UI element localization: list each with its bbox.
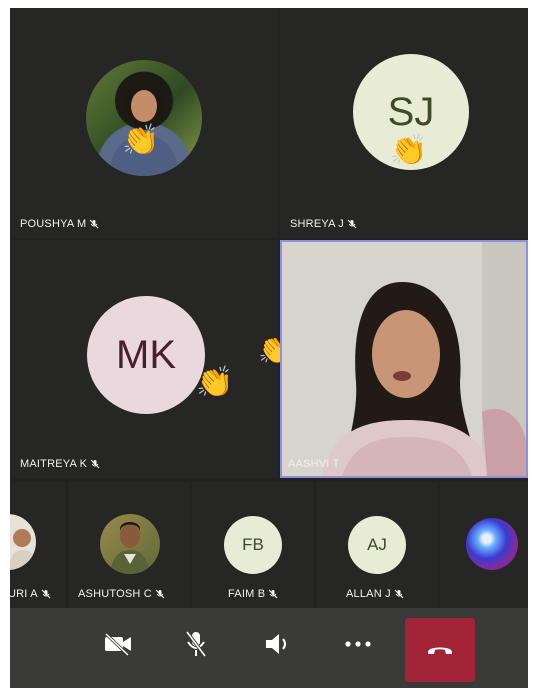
person-photo-icon — [108, 78, 180, 176]
avatar-ashutosh — [100, 514, 160, 574]
participant-name: POUSHYA M — [20, 218, 87, 230]
video-feed — [282, 242, 526, 476]
avatar-initials: SJ — [387, 89, 435, 134]
more-options-button[interactable] — [336, 622, 380, 666]
participant-name: SHREYA J — [290, 218, 344, 230]
mic-muted-icon — [155, 589, 165, 599]
participant-name-label: ALLAN J — [346, 588, 404, 600]
participant-name: URI A — [10, 588, 38, 600]
more-options-icon — [345, 641, 371, 647]
avatar-maitreya: MK — [87, 296, 205, 414]
person-photo-icon — [110, 522, 150, 574]
participant-tile-poushya[interactable]: 👏 POUSHYA M — [10, 8, 278, 238]
mic-muted-icon — [347, 219, 357, 229]
speaker-button[interactable] — [256, 622, 300, 666]
camera-toggle-button[interactable] — [96, 622, 140, 666]
end-call-button[interactable] — [405, 618, 475, 682]
avatar-partial — [466, 518, 518, 570]
participant-name: ASHUTOSH C — [78, 588, 152, 600]
avatar-initials: AJ — [367, 535, 387, 554]
mic-muted-icon — [41, 589, 51, 599]
participant-name: FAIM B — [228, 588, 266, 600]
participant-name: MAITREYA K — [20, 458, 88, 470]
avatar-initials: FB — [242, 535, 264, 554]
participant-name-label: SHREYA J — [290, 218, 357, 230]
clap-reaction-emoji: 👏 — [390, 134, 428, 167]
active-speaker-video-aashvi[interactable]: AASHVI T — [280, 240, 528, 478]
participant-name-label: AASHVI T — [288, 458, 340, 470]
avatar-faim: FB — [224, 516, 282, 574]
participant-photo-poushya — [86, 60, 202, 176]
mic-muted-icon — [268, 589, 278, 599]
person-photo-icon — [10, 529, 36, 570]
participant-name-label: ASHUTOSH C — [78, 588, 165, 600]
participant-name-label: FAIM B — [228, 588, 278, 600]
strip-tile-partial[interactable] — [440, 482, 528, 608]
participant-name-label: POUSHYA M — [20, 218, 99, 230]
clap-reaction-emoji: 👏 — [196, 366, 234, 399]
participant-name-label: MAITREYA K — [20, 458, 100, 470]
mic-toggle-button[interactable] — [174, 622, 218, 666]
strip-tile-ashutosh[interactable]: ASHUTOSH C — [68, 482, 190, 608]
clap-reaction-emoji: 👏 — [122, 124, 160, 157]
end-call-icon — [428, 647, 452, 654]
meeting-window: 👏 POUSHYA M SJ 👏 SHREYA J MK 👏 👏 MAITREY… — [10, 8, 528, 688]
participant-name-label: URI A — [10, 588, 51, 600]
avatar-initials: MK — [116, 332, 176, 377]
mic-muted-icon — [89, 219, 99, 229]
strip-tile-allan[interactable]: AJ ALLAN J — [316, 482, 438, 608]
participant-tile-maitreya[interactable]: MK 👏 👏 MAITREYA K — [10, 240, 293, 478]
mic-off-icon — [185, 630, 207, 658]
participant-name: AASHVI T — [288, 458, 340, 470]
camera-off-icon — [104, 632, 131, 656]
participant-tile-shreya[interactable]: SJ 👏 SHREYA J — [280, 8, 528, 238]
strip-tile-faim[interactable]: FB FAIM B — [192, 482, 314, 608]
call-controls-bar — [10, 608, 528, 688]
participant-name: ALLAN J — [346, 588, 391, 600]
mic-muted-icon — [394, 589, 404, 599]
avatar-allan: AJ — [348, 516, 406, 574]
strip-tile-uri[interactable]: URI A — [10, 482, 66, 608]
mic-muted-icon — [90, 459, 100, 469]
avatar-uri — [10, 514, 36, 570]
speaker-icon — [266, 634, 286, 654]
